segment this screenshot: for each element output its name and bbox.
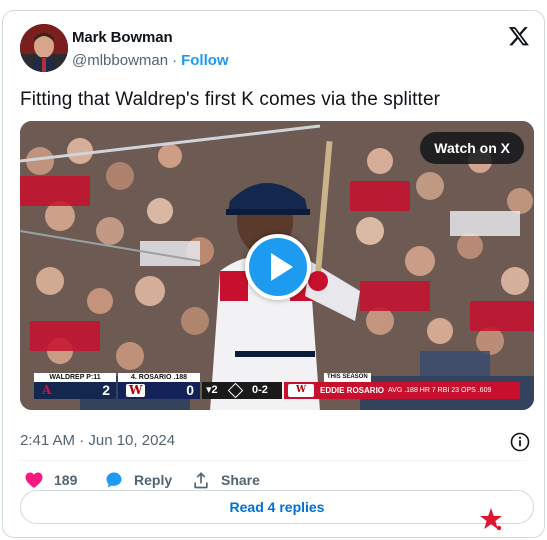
- season-label: THIS SEASON: [324, 373, 371, 382]
- tweet-text: Fitting that Waldrep's first K comes via…: [20, 89, 441, 110]
- author-avatar[interactable]: [20, 24, 68, 72]
- batter-team-logo-icon: W: [288, 384, 314, 397]
- game-state: ▾2 0-2: [202, 382, 282, 399]
- away-runs: 2: [102, 382, 110, 398]
- author-handle-row: @mlbbowman · Follow: [72, 52, 229, 69]
- video-player[interactable]: Watch on X WALDREP P:11 A 2 4. ROSARIO .…: [20, 121, 534, 410]
- batter-stats-bar: THIS SEASON W EDDIE ROSARIO AVG .188 HR …: [284, 373, 520, 399]
- share-label: Share: [221, 472, 260, 488]
- batter-stats: AVG .188 HR 7 RBI 23 OPS .609: [388, 387, 492, 394]
- tweet-timestamp[interactable]: 2:41 AM · Jun 10, 2024: [20, 432, 175, 449]
- author-name[interactable]: Mark Bowman: [72, 29, 173, 46]
- heart-icon: [25, 472, 43, 488]
- scorebug: WALDREP P:11 A 2 4. ROSARIO .188 W 0 ▾2 …: [34, 373, 520, 399]
- reply-bubble-icon: [106, 472, 122, 488]
- info-icon[interactable]: [510, 432, 530, 452]
- share-icon: [194, 472, 208, 489]
- inning-indicator: ▾2: [206, 384, 218, 396]
- separator-dot: ·: [172, 52, 178, 69]
- follow-button[interactable]: Follow: [181, 52, 229, 69]
- scorebug-home: 4. ROSARIO .188 W 0: [118, 373, 200, 399]
- like-count: 189: [54, 472, 78, 488]
- braves-logo-icon: A: [42, 383, 52, 397]
- reply-label: Reply: [134, 472, 173, 488]
- batter-name: EDDIE ROSARIO: [320, 386, 385, 395]
- pitch-count: 0-2: [252, 384, 268, 396]
- play-icon[interactable]: [245, 234, 311, 300]
- away-pitcher-label: WALDREP P:11: [34, 373, 116, 382]
- star-icon: [480, 508, 502, 531]
- scorebug-away: WALDREP P:11 A 2: [34, 373, 116, 399]
- home-runs: 0: [186, 382, 194, 398]
- bases-diamond-icon: [227, 382, 244, 399]
- author-handle[interactable]: @mlbbowman: [72, 52, 168, 69]
- x-logo-icon[interactable]: [508, 25, 530, 47]
- tweet-card: Mark Bowman @mlbbowman · Follow Fitting th…: [2, 10, 545, 538]
- nationals-logo-icon: W: [126, 384, 146, 397]
- read-replies-button[interactable]: Read 4 replies: [20, 490, 534, 524]
- home-batter-label: 4. ROSARIO .188: [118, 373, 200, 382]
- watch-on-x-button[interactable]: Watch on X: [420, 132, 524, 164]
